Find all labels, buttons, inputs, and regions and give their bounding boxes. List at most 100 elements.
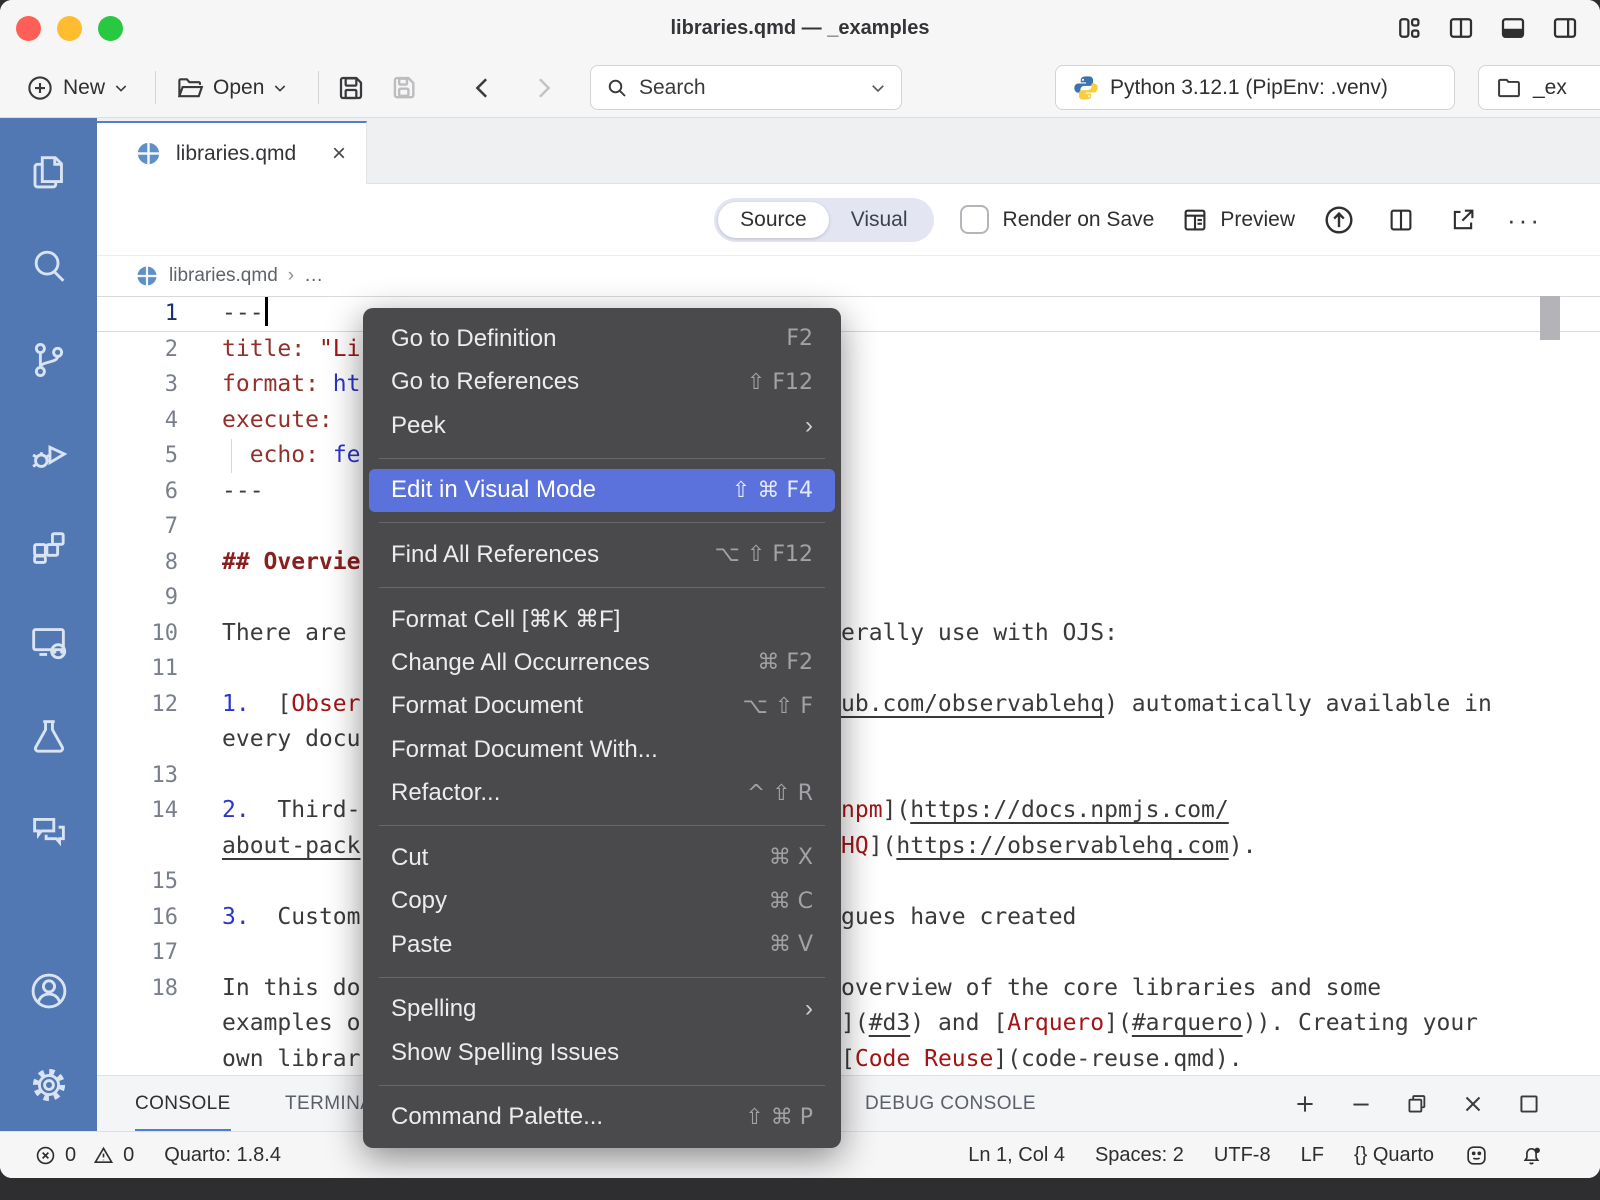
navigate-forward-button[interactable] <box>528 57 558 118</box>
code-token: gues have created <box>841 904 1076 930</box>
more-actions-icon[interactable]: ··· <box>1507 215 1542 225</box>
open-button[interactable]: Open <box>175 57 288 118</box>
code-line[interactable]: 8## Overvie <box>97 545 1600 581</box>
code-line[interactable]: 142. Third-npm](https://docs.npmjs.com/ <box>97 793 1600 829</box>
panel-tab-debug-console[interactable]: DEBUG CONSOLE <box>865 1076 1036 1131</box>
panel-add-icon[interactable] <box>1292 1091 1318 1117</box>
toggle-panel-icon[interactable] <box>1496 11 1530 45</box>
menu-item-show-spelling-issues[interactable]: Show Spelling Issues <box>363 1031 841 1075</box>
menu-item-find-all-references[interactable]: Find All References⌥ ⇧ F12 <box>363 533 841 577</box>
save-button[interactable] <box>335 57 367 118</box>
menu-item-cut[interactable]: Cut⌘ X <box>363 836 841 880</box>
settings-gear-icon[interactable] <box>21 1057 77 1113</box>
visual-mode-button[interactable]: Visual <box>829 202 930 238</box>
indentation-status[interactable]: Spaces: 2 <box>1095 1144 1184 1167</box>
code-line[interactable]: 18In this dooverview of the core librari… <box>97 971 1600 1007</box>
open-in-new-window-icon[interactable] <box>1445 202 1481 238</box>
code-line[interactable]: 121. [Obserub.com/observablehq) automati… <box>97 687 1600 723</box>
menu-item-paste[interactable]: Paste⌘ V <box>363 923 841 967</box>
toggle-secondary-sidebar-icon[interactable] <box>1548 11 1582 45</box>
remote-explorer-icon[interactable] <box>21 614 77 670</box>
menu-item-command-palette[interactable]: Command Palette...⇧ ⌘ P <box>363 1096 841 1140</box>
project-selector[interactable]: _ex <box>1478 65 1600 110</box>
extensions-icon[interactable] <box>21 520 77 576</box>
menu-item-copy[interactable]: Copy⌘ C <box>363 880 841 924</box>
notifications-bell-icon[interactable] <box>1519 1143 1544 1168</box>
code-editor[interactable]: 1---2title: "Li3format: ht4execute:5 ech… <box>97 296 1600 1075</box>
panel-restore-icon[interactable] <box>1404 1091 1430 1117</box>
comments-icon[interactable] <box>21 802 77 858</box>
code-line[interactable]: 13 <box>97 758 1600 794</box>
feedback-smiley-icon[interactable] <box>1464 1143 1489 1168</box>
code-line[interactable]: 7 <box>97 509 1600 545</box>
code-line[interactable]: 163. Customgues have created <box>97 900 1600 936</box>
save-all-button[interactable] <box>385 57 419 118</box>
code-line[interactable]: 2title: "Li <box>97 332 1600 368</box>
breadcrumb-file[interactable]: libraries.qmd <box>169 265 278 287</box>
panel-close-icon[interactable] <box>1460 1091 1486 1117</box>
eol-status[interactable]: LF <box>1301 1144 1324 1167</box>
interpreter-selector[interactable]: Python 3.12.1 (PipEnv: .venv) <box>1055 65 1455 110</box>
code-line[interactable]: 15 <box>97 864 1600 900</box>
panel-minimize-icon[interactable] <box>1348 1091 1374 1117</box>
panel-maximize-icon[interactable] <box>1516 1091 1542 1117</box>
search-sidebar-icon[interactable] <box>21 238 77 294</box>
render-document-icon[interactable] <box>1321 202 1357 238</box>
code-line[interactable]: 9 <box>97 580 1600 616</box>
menu-item-format-document-with[interactable]: Format Document With... <box>363 728 841 772</box>
menu-item-edit-in-visual-mode[interactable]: Edit in Visual Mode⇧ ⌘ F4 <box>369 469 835 513</box>
quarto-file-icon <box>135 140 162 167</box>
code-line[interactable]: every docu <box>97 722 1600 758</box>
problems-status[interactable]: 0 0 <box>34 1144 134 1167</box>
code-line[interactable]: about-packHQ](https://observablehq.com). <box>97 829 1600 865</box>
tab-libraries-qmd[interactable]: libraries.qmd × <box>97 121 367 184</box>
source-mode-button[interactable]: Source <box>718 202 829 238</box>
encoding-status[interactable]: UTF-8 <box>1214 1144 1271 1167</box>
code-line[interactable]: 3format: ht <box>97 367 1600 403</box>
code-line[interactable]: 4execute: <box>97 403 1600 439</box>
code-line[interactable]: 6--- <box>97 474 1600 510</box>
run-and-debug-icon[interactable] <box>21 426 77 482</box>
navigate-back-button[interactable] <box>468 57 498 118</box>
source-control-icon[interactable] <box>21 332 77 388</box>
quarto-version-status[interactable]: Quarto: 1.8.4 <box>164 1144 281 1167</box>
code-line[interactable]: 17 <box>97 935 1600 971</box>
menu-item-format-document[interactable]: Format Document⌥ ⇧ F <box>363 685 841 729</box>
code-line[interactable]: own librar[Code Reuse](code-reuse.qmd). <box>97 1042 1600 1078</box>
code-line[interactable]: 11 <box>97 651 1600 687</box>
tab-close-icon[interactable]: × <box>332 140 346 168</box>
breadcrumb-more[interactable]: … <box>304 265 323 287</box>
account-icon[interactable] <box>21 963 77 1019</box>
cursor-position-status[interactable]: Ln 1, Col 4 <box>968 1144 1065 1167</box>
split-editor-layout-icon[interactable] <box>1444 11 1478 45</box>
panel-tab-console[interactable]: CONSOLE <box>135 1076 231 1131</box>
new-button[interactable]: New <box>25 57 129 118</box>
explorer-icon[interactable] <box>21 144 77 200</box>
menu-item-shortcut: ⇧ ⌘ F4 <box>732 478 813 503</box>
render-on-save-checkbox[interactable] <box>960 205 989 234</box>
code-line[interactable]: examples o](#d3) and [Arquero](#arquero)… <box>97 1006 1600 1042</box>
code-line[interactable]: 5 echo: fe <box>97 438 1600 474</box>
breadcrumb[interactable]: libraries.qmd › … <box>97 256 1600 296</box>
search-input[interactable]: Search <box>590 65 902 110</box>
menu-item-go-to-definition[interactable]: Go to DefinitionF2 <box>363 317 841 361</box>
menu-item-go-to-references[interactable]: Go to References⇧ F12 <box>363 361 841 405</box>
menu-item-shortcut: ⌘ C <box>769 889 813 914</box>
menu-item-format-cell-k-f[interactable]: Format Cell [⌘K ⌘F] <box>363 598 841 642</box>
code-token: --- <box>222 300 264 326</box>
menu-item-refactor[interactable]: Refactor...^ ⇧ R <box>363 772 841 816</box>
menu-separator <box>379 977 825 978</box>
menu-item-spelling[interactable]: Spelling› <box>363 988 841 1032</box>
menu-item-change-all-occurrences[interactable]: Change All Occurrences⌘ F2 <box>363 641 841 685</box>
code-line[interactable]: 1--- <box>97 296 1600 332</box>
menu-item-peek[interactable]: Peek› <box>363 404 841 448</box>
line-number: 8 <box>97 545 178 581</box>
language-mode-status[interactable]: {} Quarto <box>1354 1144 1434 1167</box>
split-editor-icon[interactable] <box>1383 202 1419 238</box>
testing-icon[interactable] <box>21 708 77 764</box>
editor-scrollbar-thumb[interactable] <box>1540 296 1560 340</box>
new-button-label: New <box>63 76 105 100</box>
code-line[interactable]: 10There areerally use with OJS: <box>97 616 1600 652</box>
customize-layout-icon[interactable] <box>1392 11 1426 45</box>
preview-button[interactable]: Preview <box>1180 205 1295 235</box>
